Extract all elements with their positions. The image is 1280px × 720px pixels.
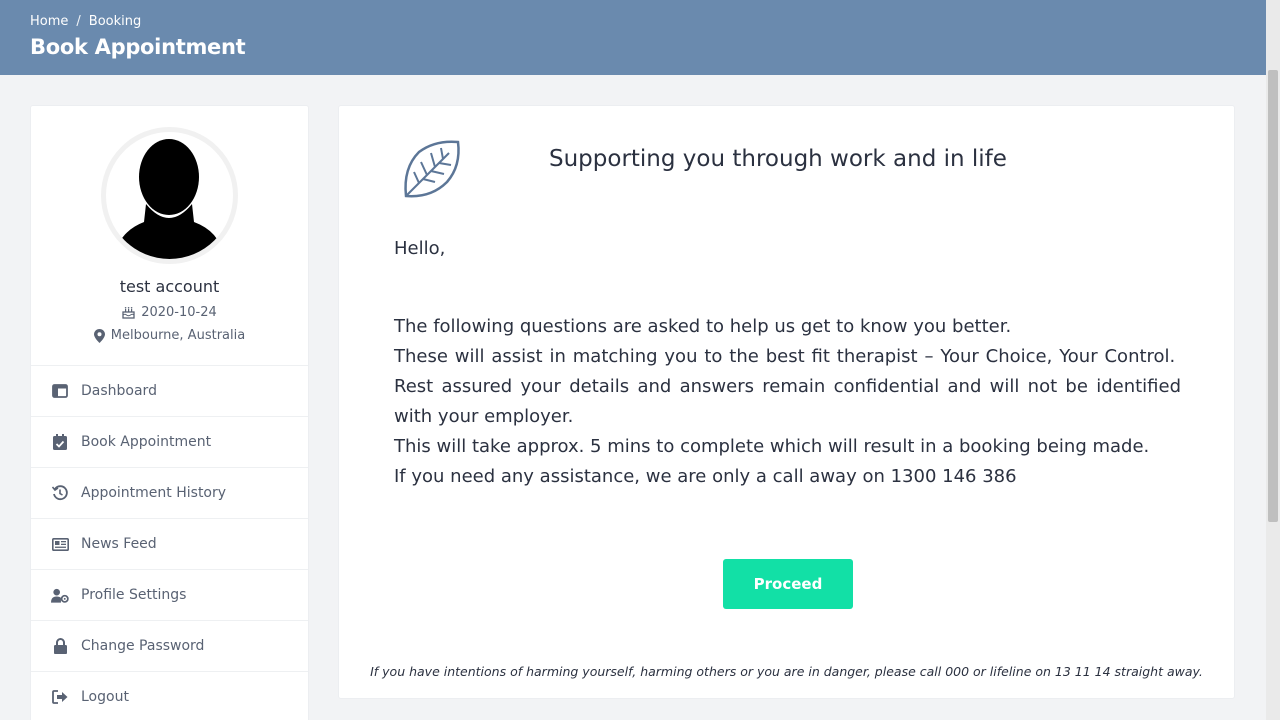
- intro-paragraph: The following questions are asked to hel…: [394, 316, 1012, 337]
- sidebar-item-logout[interactable]: Logout: [31, 671, 308, 720]
- sidebar-nav: Dashboard Book Appointment Appointment H…: [31, 365, 308, 720]
- sidebar-item-news-feed[interactable]: News Feed: [31, 518, 308, 569]
- sidebar-item-label: Book Appointment: [81, 434, 212, 450]
- sidebar-item-appointment-history[interactable]: Appointment History: [31, 467, 308, 518]
- calendar-check-icon: [51, 433, 69, 451]
- sidebar-item-book-appointment[interactable]: Book Appointment: [31, 416, 308, 467]
- user-name: test account: [119, 277, 220, 296]
- sidebar-item-change-password[interactable]: Change Password: [31, 620, 308, 671]
- user-location: Melbourne, Australia: [31, 328, 308, 343]
- proceed-button[interactable]: Proceed: [723, 559, 853, 609]
- sidebar-item-label: News Feed: [81, 536, 157, 552]
- user-dob: 2020-10-24: [31, 305, 308, 320]
- sidebar-item-dashboard[interactable]: Dashboard: [31, 365, 308, 416]
- sidebar-item-label: Dashboard: [81, 383, 157, 399]
- page-header: Home / Booking Book Appointment: [0, 0, 1266, 75]
- dashboard-icon: [51, 382, 69, 400]
- breadcrumb-booking: Booking: [88, 14, 142, 29]
- intro-paragraph: If you need any assistance, we are only …: [394, 466, 1017, 487]
- sidebar-item-profile-settings[interactable]: Profile Settings: [31, 569, 308, 620]
- breadcrumb-home[interactable]: Home: [30, 14, 68, 29]
- main-title: Supporting you through work and in life: [549, 146, 1007, 172]
- birthday-cake-icon: [122, 307, 135, 319]
- sidebar-item-label: Appointment History: [81, 485, 227, 501]
- crisis-footer-note: If you have intentions of harming yourse…: [370, 664, 1203, 679]
- scrollbar-thumb[interactable]: [1268, 70, 1278, 522]
- sidebar-item-label: Change Password: [81, 638, 205, 654]
- newspaper-icon: [51, 535, 69, 553]
- intro-paragraph: This will take approx. 5 mins to complet…: [394, 436, 1150, 457]
- user-dob-value: 2020-10-24: [141, 305, 217, 320]
- person-silhouette-icon: [114, 139, 224, 259]
- intro-paragraph: These will assist in matching you to the…: [394, 346, 1181, 427]
- lock-icon: [51, 637, 69, 655]
- map-pin-icon: [93, 328, 105, 343]
- breadcrumb: Home / Booking: [30, 14, 1236, 29]
- page-title: Book Appointment: [30, 35, 246, 59]
- logout-icon: [51, 688, 69, 706]
- sidebar-item-label: Logout: [81, 689, 129, 705]
- greeting-text: Hello,: [394, 238, 446, 259]
- page-scrollbar[interactable]: [1266, 0, 1280, 720]
- avatar: [101, 127, 238, 264]
- sidebar-item-label: Profile Settings: [81, 587, 187, 603]
- breadcrumb-separator: /: [76, 14, 81, 29]
- profile-sidebar: test account 2020-10-24 Melbourne, Austr…: [30, 105, 309, 720]
- history-icon: [51, 484, 69, 502]
- user-location-value: Melbourne, Australia: [110, 328, 246, 343]
- leaf-logo-icon: [401, 138, 463, 204]
- user-cog-icon: [51, 586, 69, 604]
- booking-intro-card: Supporting you through work and in life …: [338, 105, 1235, 699]
- intro-text: The following questions are asked to hel…: [394, 312, 1181, 492]
